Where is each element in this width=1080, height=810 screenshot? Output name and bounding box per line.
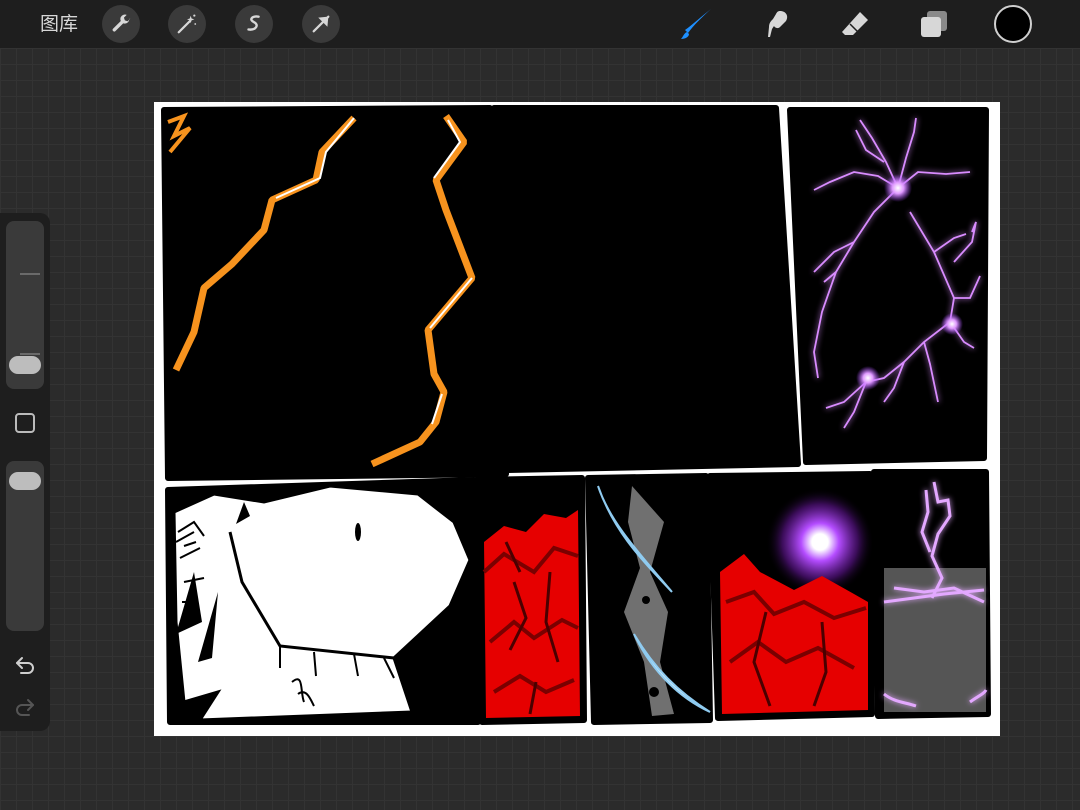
modify-square-icon[interactable] [15, 413, 35, 433]
transform-arrow-icon [312, 15, 330, 33]
panel-red-flesh [473, 475, 587, 725]
panel-purple-orb [707, 471, 875, 721]
opacity-slider[interactable] [6, 461, 44, 631]
eraser-button[interactable] [836, 5, 874, 43]
selection-icon [247, 15, 260, 31]
magic-wand-icon [177, 14, 197, 34]
panel-black [491, 105, 801, 473]
brush-button[interactable] [678, 5, 716, 43]
panel-creature [165, 477, 481, 725]
smudge-icon [768, 11, 788, 37]
comic-artwork [161, 105, 991, 725]
wrench-icon [112, 14, 131, 32]
panel-purple-lightning [787, 107, 989, 465]
top-toolbar: 图库 [0, 0, 1080, 48]
panel-gray-lightning [871, 469, 991, 719]
smudge-button[interactable] [757, 5, 795, 43]
actions-button[interactable] [102, 5, 140, 43]
layers-icon [921, 11, 947, 37]
transform-button[interactable] [302, 5, 340, 43]
undo-icon[interactable] [13, 653, 37, 677]
brush-size-thumb[interactable] [9, 356, 41, 374]
redo-icon[interactable] [13, 695, 37, 719]
layers-button[interactable] [915, 5, 953, 43]
opacity-thumb[interactable] [9, 472, 41, 490]
slider-tick [20, 353, 40, 355]
drawing-canvas[interactable] [154, 102, 1000, 736]
left-sidebar [0, 213, 50, 731]
panel-ice-shards [585, 473, 713, 725]
color-picker-button[interactable] [994, 5, 1032, 43]
slider-tick [20, 273, 40, 275]
selection-button[interactable] [235, 5, 273, 43]
brush-icon [681, 9, 711, 39]
adjustments-button[interactable] [168, 5, 206, 43]
panel-orange-lightning [161, 105, 509, 481]
brush-size-slider[interactable] [6, 221, 44, 389]
eraser-icon [842, 12, 868, 35]
gallery-button[interactable]: 图库 [40, 12, 78, 36]
